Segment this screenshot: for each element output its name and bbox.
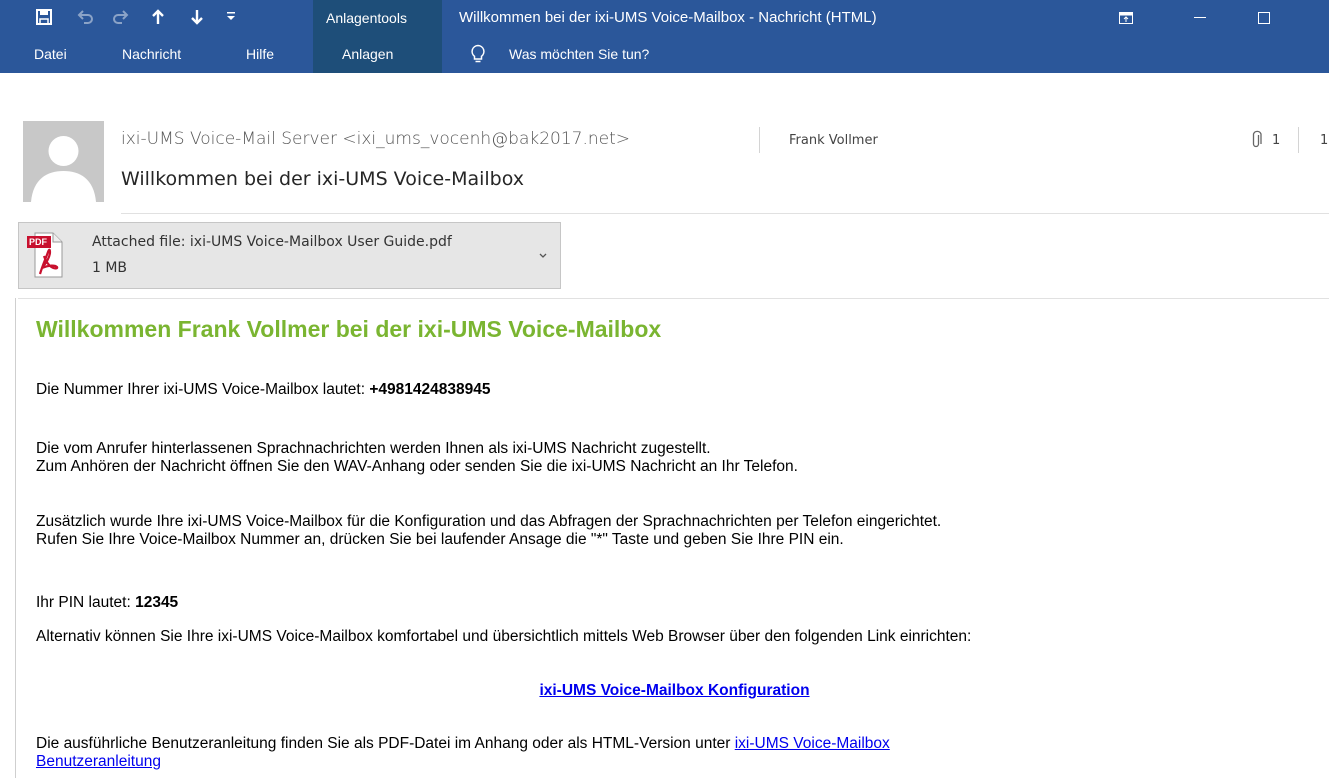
down-arrow-icon[interactable] xyxy=(188,8,208,28)
undo-icon[interactable] xyxy=(76,8,96,28)
pin-value: 12345 xyxy=(135,594,179,611)
lightbulb-icon xyxy=(470,44,486,69)
paragraph-line: Zum Anhören der Nachricht öffnen Sie den… xyxy=(36,458,798,475)
guide-text: Die ausführliche Benutzeranleitung finde… xyxy=(36,735,735,752)
ribbon-display-options-icon xyxy=(1119,12,1133,24)
paragraph-line: Zusätzlich wurde Ihre ixi-UMS Voice-Mail… xyxy=(36,513,942,530)
ribbon-display-options-button[interactable] xyxy=(1103,0,1149,36)
config-link-wrapper: ixi-UMS Voice-Mailbox Konfiguration xyxy=(0,682,1329,700)
tab-anlagen[interactable]: Anlagen xyxy=(342,36,393,73)
redo-icon[interactable] xyxy=(112,8,132,28)
pdf-icon-label: PDF xyxy=(29,237,47,247)
attachment-name: Attached file: ixi-UMS Voice-Mailbox Use… xyxy=(92,234,452,250)
pdf-file-icon: PDF xyxy=(27,232,63,278)
tab-hilfe[interactable]: Hilfe xyxy=(246,36,274,73)
config-link[interactable]: ixi-UMS Voice-Mailbox Konfiguration xyxy=(539,682,809,699)
minimize-button[interactable] xyxy=(1177,0,1223,36)
pin-label: Ihr PIN lautet: xyxy=(36,594,136,611)
guide-link[interactable]: ixi-UMS Voice-Mailbox xyxy=(735,735,890,752)
guide-link-continued-line: Benutzeranleitung xyxy=(36,753,161,771)
divider xyxy=(18,298,1329,299)
mailbox-number-value: +4981424838945 xyxy=(369,381,491,398)
paragraph-line: Rufen Sie Ihre Voice-Mailbox Nummer an, … xyxy=(36,531,844,548)
up-arrow-icon[interactable] xyxy=(149,8,169,28)
sender-address[interactable]: ixi-UMS Voice-Mail Server <ixi_ums_vocen… xyxy=(121,129,630,149)
body-border xyxy=(15,298,16,778)
maximize-icon xyxy=(1258,12,1270,24)
guide-link-continued[interactable]: Benutzeranleitung xyxy=(36,753,161,770)
header-separator xyxy=(759,127,760,153)
message-subject: Willkommen bei der ixi-UMS Voice-Mailbox xyxy=(121,168,525,190)
divider xyxy=(121,213,1329,214)
tab-datei[interactable]: Datei xyxy=(34,36,67,73)
recipient-name[interactable]: Frank Vollmer xyxy=(789,133,878,148)
title-row: Anlagentools Willkommen bei der ixi-UMS … xyxy=(0,0,1329,36)
attachment-count: 1 xyxy=(1272,133,1281,148)
tab-nachricht[interactable]: Nachricht xyxy=(122,36,181,73)
avatar xyxy=(23,121,104,202)
mailbox-number-line: Die Nummer Ihrer ixi-UMS Voice-Mailbox l… xyxy=(36,381,490,399)
pin-line: Ihr PIN lautet: 12345 xyxy=(36,594,178,612)
body-headline: Willkommen Frank Vollmer bei der ixi-UMS… xyxy=(36,316,662,342)
minimize-icon xyxy=(1194,17,1206,18)
paperclip-icon xyxy=(1250,130,1262,155)
context-group-label: Anlagentools xyxy=(326,10,407,26)
customize-qat-icon[interactable] xyxy=(224,8,244,28)
attachment-size: 1 MB xyxy=(92,260,128,276)
paragraph-line: Die vom Anrufer hinterlassenen Sprachnac… xyxy=(36,440,711,457)
tell-me-search[interactable]: Was möchten Sie tun? xyxy=(509,36,649,73)
guide-line: Die ausführliche Benutzeranleitung finde… xyxy=(36,735,890,753)
attachment-dropdown-icon[interactable] xyxy=(538,247,548,265)
header-separator xyxy=(1298,127,1299,153)
save-icon[interactable] xyxy=(35,8,55,28)
title-bar: Anlagentools Willkommen bei der ixi-UMS … xyxy=(0,0,1329,73)
cut-off-text: 1 xyxy=(1320,133,1329,148)
window-title: Willkommen bei der ixi-UMS Voice-Mailbox… xyxy=(459,9,877,26)
maximize-button[interactable] xyxy=(1241,0,1287,36)
mailbox-number-label: Die Nummer Ihrer ixi-UMS Voice-Mailbox l… xyxy=(36,381,370,398)
paragraph-line: Alternativ können Sie Ihre ixi-UMS Voice… xyxy=(36,628,972,645)
attachment-card[interactable]: PDF Attached file: ixi-UMS Voice-Mailbox… xyxy=(18,222,561,289)
